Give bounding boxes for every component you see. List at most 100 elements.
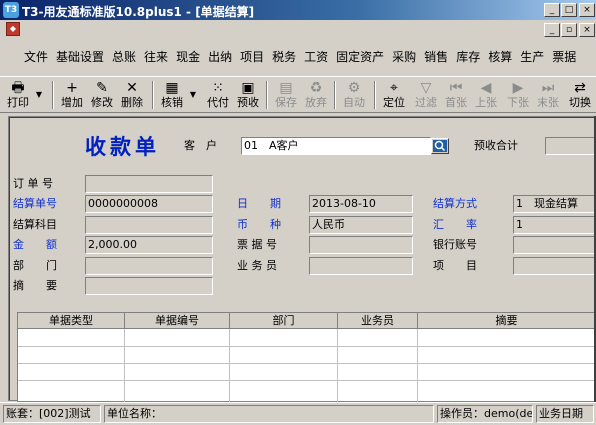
grid-column-line	[229, 329, 230, 403]
column-header-salesperson[interactable]: 业务员	[338, 313, 418, 329]
pay-on-behalf-icon: ⁙	[212, 80, 224, 96]
last-record-label: 末张	[537, 96, 559, 109]
delete-button[interactable]: ✕ 删除	[118, 79, 146, 112]
filter-label: 过滤	[415, 96, 437, 109]
prepaid-label: 预收	[237, 96, 259, 109]
verify-button[interactable]: ▦ 核销	[158, 79, 186, 112]
receipt-form-panel: 收款单 客 户 01 A客户 预收合计 订 单 号 结算单号 000000000…	[8, 116, 596, 403]
settle-method-field[interactable]: 1 现金结算	[513, 195, 595, 213]
minimize-button[interactable]: _	[544, 3, 560, 17]
customer-field[interactable]: 01 A客户	[241, 137, 431, 155]
grid-header: 单据类型 单据编号 部门 业务员 摘要	[18, 313, 596, 329]
column-header-summary[interactable]: 摘要	[418, 313, 596, 329]
bill-no-field[interactable]	[309, 236, 413, 254]
pay-on-behalf-label: 代付	[207, 96, 229, 109]
menu-item-costing[interactable]: 核算	[484, 48, 516, 66]
salesperson-label: 业 务 员	[237, 259, 277, 272]
menu-item-bills[interactable]: 票据	[548, 48, 580, 66]
bank-account-label: 银行账号	[433, 238, 477, 251]
bill-no-label: 票 据 号	[237, 238, 277, 251]
previous-record-icon: ◀	[480, 80, 492, 96]
menu-item-file[interactable]: 文件	[20, 48, 52, 66]
settle-subject-field[interactable]	[85, 216, 213, 234]
currency-field[interactable]: 人民币	[309, 216, 413, 234]
switch-button[interactable]: ⇄ 切换	[566, 79, 594, 112]
settlement-grid[interactable]: 单据类型 单据编号 部门 业务员 摘要	[17, 312, 596, 403]
column-header-doc-type[interactable]: 单据类型	[18, 313, 125, 329]
menu-item-inventory[interactable]: 库存	[452, 48, 484, 66]
doc-no-field[interactable]: 0000000008	[85, 195, 213, 213]
print-button[interactable]: 🖶 打印	[4, 79, 32, 112]
menu-item-sales[interactable]: 销售	[420, 48, 452, 66]
save-button[interactable]: ▤ 保存	[272, 79, 300, 112]
discard-button[interactable]: ♻ 放弃	[302, 79, 330, 112]
edit-label: 修改	[91, 96, 113, 109]
salesperson-field[interactable]	[309, 257, 413, 275]
add-button[interactable]: + 增加	[58, 79, 86, 112]
doc-minimize-button[interactable]: _	[544, 23, 560, 37]
column-header-department[interactable]: 部门	[230, 313, 338, 329]
filter-button[interactable]: ▽ 过滤	[412, 79, 440, 112]
last-record-button[interactable]: ⏭ 末张	[534, 79, 562, 112]
edit-button[interactable]: ✎ 修改	[88, 79, 116, 112]
edit-icon: ✎	[96, 80, 108, 96]
status-unit-name: 单位名称：	[104, 405, 434, 423]
bank-account-field[interactable]	[513, 236, 595, 254]
toolbar-separator	[52, 81, 54, 109]
order-no-field[interactable]	[85, 175, 213, 193]
doc-restore-button[interactable]: ▫	[561, 23, 577, 37]
department-label: 部 门	[13, 259, 57, 272]
project-field[interactable]	[513, 257, 595, 275]
search-icon	[433, 140, 447, 152]
menu-item-project[interactable]: 项目	[236, 48, 268, 66]
menu-item-tax[interactable]: 税务	[268, 48, 300, 66]
menu-item-cashier[interactable]: 出纳	[204, 48, 236, 66]
customer-lookup-button[interactable]	[431, 138, 449, 154]
locate-label: 定位	[383, 96, 405, 109]
previous-record-label: 上张	[475, 96, 497, 109]
menu-bar: ◆ _ ▫ ×	[0, 20, 596, 44]
doc-close-button[interactable]: ×	[579, 23, 595, 37]
amount-field[interactable]: 2,000.00	[85, 236, 213, 254]
menu-item-accounts[interactable]: 往来	[140, 48, 172, 66]
summary-field[interactable]	[85, 277, 213, 295]
prepaid-total-field[interactable]	[545, 137, 595, 155]
previous-record-button[interactable]: ◀ 上张	[472, 79, 500, 112]
maximize-button[interactable]: □	[561, 3, 577, 17]
menu-item-general-ledger[interactable]: 总账	[108, 48, 140, 66]
print-dropdown-arrow[interactable]: ▼	[34, 83, 44, 107]
order-no-label: 订 单 号	[13, 177, 53, 190]
menu-item-fixed-assets[interactable]: 固定资产	[332, 48, 388, 66]
grid-column-line	[337, 329, 338, 403]
menu-item-cash[interactable]: 现金	[172, 48, 204, 66]
auto-button[interactable]: ⚙ 自动	[340, 79, 368, 112]
date-label: 日 期	[237, 197, 281, 210]
department-field[interactable]	[85, 257, 213, 275]
locate-button[interactable]: ⌖ 定位	[380, 79, 408, 112]
date-field[interactable]: 2013-08-10	[309, 195, 413, 213]
window-title: T3-用友通标准版10.8plus1 - [单据结算]	[22, 5, 255, 19]
menu-item-payroll[interactable]: 工资	[300, 48, 332, 66]
title-bar[interactable]: T3 T3-用友通标准版10.8plus1 - [单据结算] _ □ ×	[0, 0, 596, 20]
exchange-rate-label: 汇 率	[433, 218, 477, 231]
customer-label: 客 户	[184, 139, 217, 152]
exchange-rate-field[interactable]: 1	[513, 216, 595, 234]
menu-item-production[interactable]: 生产	[516, 48, 548, 66]
close-button[interactable]: ×	[579, 3, 595, 17]
amount-label: 金 额	[13, 238, 57, 251]
printer-icon: 🖶	[11, 80, 25, 96]
menu-item-basic-settings[interactable]: 基础设置	[52, 48, 108, 66]
next-record-button[interactable]: ▶ 下张	[504, 79, 532, 112]
delete-icon: ✕	[126, 80, 138, 96]
verify-dropdown-arrow[interactable]: ▼	[188, 83, 198, 107]
document-icon[interactable]: ◆	[6, 22, 20, 36]
first-record-button[interactable]: ⏮ 首张	[442, 79, 470, 112]
pay-on-behalf-button[interactable]: ⁙ 代付	[204, 79, 232, 112]
menu-item-purchase[interactable]: 采购	[388, 48, 420, 66]
switch-icon: ⇄	[574, 80, 586, 96]
column-header-doc-no[interactable]: 单据编号	[125, 313, 230, 329]
prepaid-button[interactable]: ▣ 预收	[234, 79, 262, 112]
filter-icon: ▽	[420, 80, 432, 96]
auto-icon: ⚙	[347, 80, 361, 96]
verify-icon: ▦	[165, 80, 179, 96]
